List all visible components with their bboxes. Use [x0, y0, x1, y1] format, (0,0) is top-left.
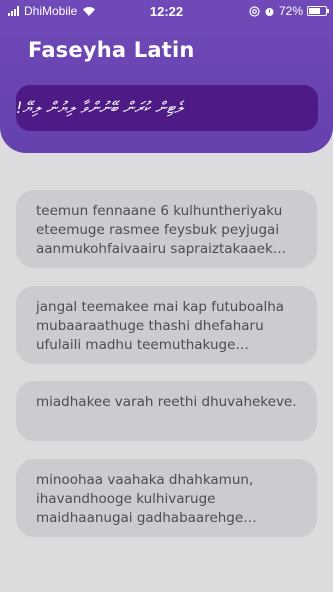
list-item[interactable]: jangal teemakee mai kap futuboalha mubaa… — [16, 286, 317, 364]
search-input[interactable]: ލެޓިން ކުރަން ބޭނުންވާ ލިޔުން ލިޔޭ! — [16, 85, 318, 131]
list-item[interactable]: miadhakee varah reethi dhuvahekeve. — [16, 381, 317, 441]
status-bar: DhiMobile 12:22 72% — [0, 0, 333, 24]
app-header: DhiMobile 12:22 72% Faseyha Latin ލެޓިން… — [0, 0, 333, 153]
list-item-text: minoohaa vaahaka dhahkamun, ihavandhooge… — [36, 472, 254, 526]
battery-fill — [309, 8, 320, 14]
battery-icon — [307, 6, 329, 16]
battery-percent: 72% — [278, 4, 303, 18]
at-sign-icon — [249, 5, 260, 17]
page-title: Faseyha Latin — [28, 38, 195, 62]
list-item-text: miadhakee varah reethi dhuvahekeve. — [36, 394, 297, 410]
list-item-text: jangal teemakee mai kap futuboalha mubaa… — [36, 299, 285, 353]
list-item-text: teemun fennaane 6 kulhuntheriyaku eteemu… — [36, 203, 283, 257]
list-item[interactable]: minoohaa vaahaka dhahkamun, ihavandhooge… — [16, 459, 317, 537]
list-item[interactable]: teemun fennaane 6 kulhuntheriyaku eteemu… — [16, 190, 317, 268]
alarm-icon — [265, 7, 274, 16]
